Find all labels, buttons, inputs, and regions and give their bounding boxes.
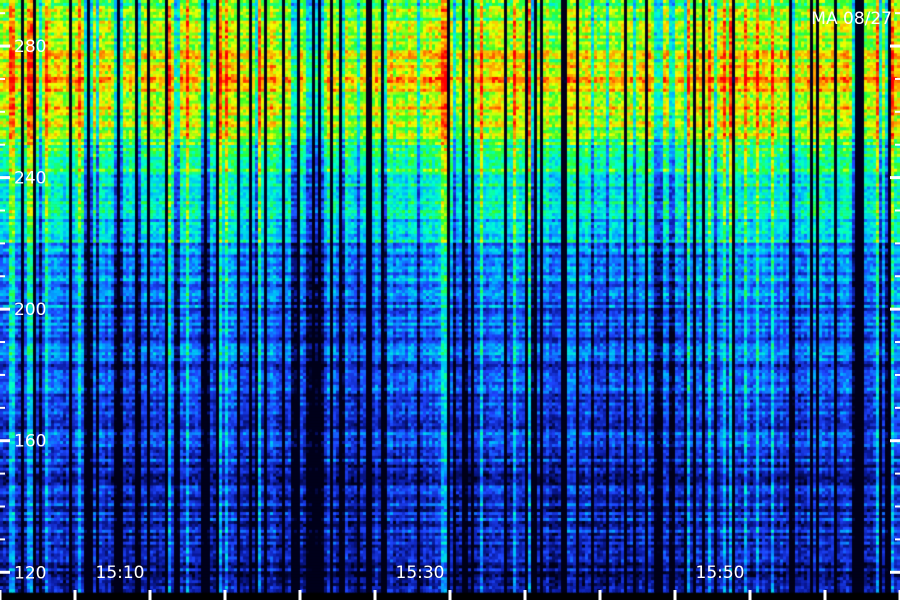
y-tick-label: 240 xyxy=(14,169,46,189)
y-tick-label: 120 xyxy=(14,563,46,583)
spectrogram-heatmap xyxy=(0,0,900,600)
spectrogram-chart: 120 160 200 240 280 15:10 15:30 15:50 MA 08/27 xyxy=(0,0,900,600)
chart-title: MA 08/27 xyxy=(811,9,892,29)
heatmap-image xyxy=(0,0,900,600)
y-tick-label: 200 xyxy=(14,300,46,320)
y-tick-label: 280 xyxy=(14,37,46,57)
x-tick-label: 15:10 xyxy=(96,563,145,583)
x-tick-label: 15:50 xyxy=(696,563,745,583)
y-tick-label: 160 xyxy=(14,432,46,452)
x-tick-label: 15:30 xyxy=(396,563,445,583)
